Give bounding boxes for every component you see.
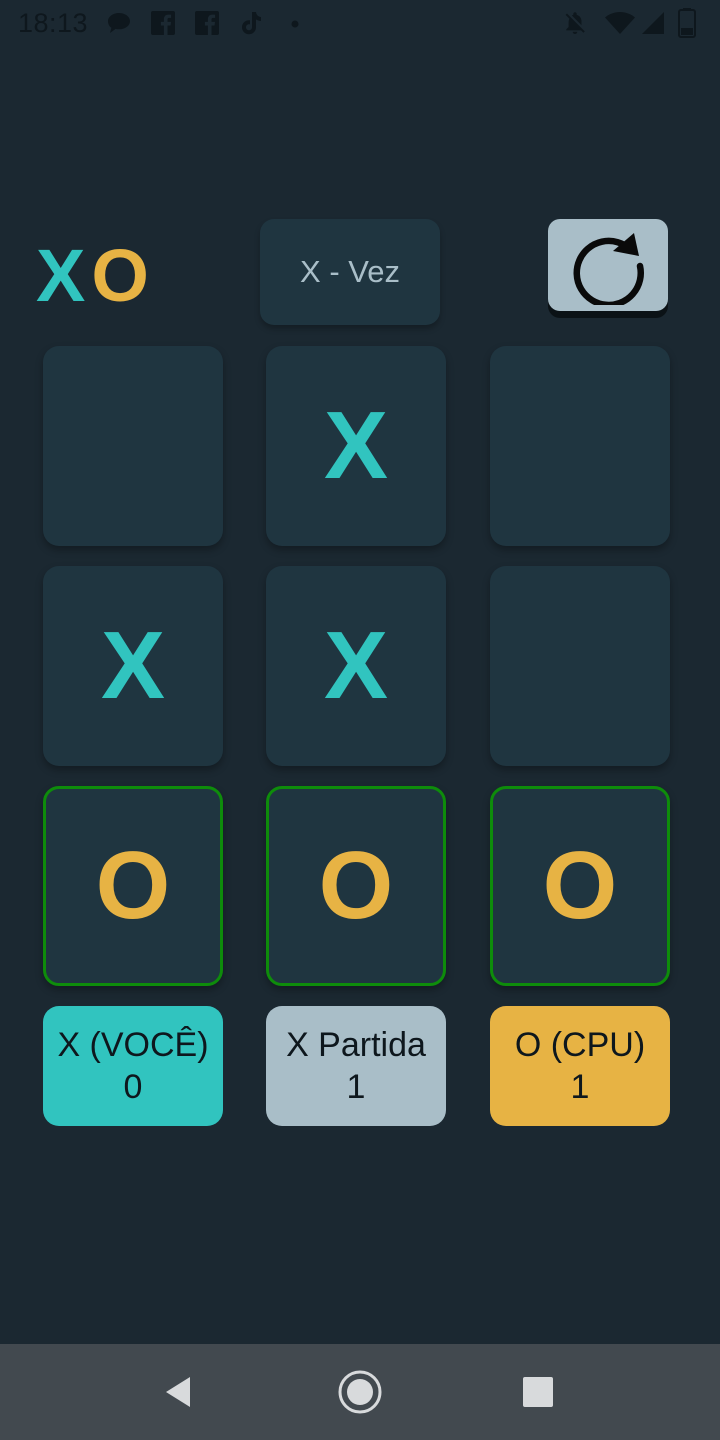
- cell-mark: O: [95, 832, 171, 939]
- restart-icon: [573, 233, 644, 305]
- turn-label: X - Vez: [300, 254, 400, 289]
- nav-back-button[interactable]: [152, 1364, 208, 1420]
- battery-icon: [678, 8, 696, 38]
- cell-mark: X: [323, 612, 389, 719]
- cell-mark: X: [100, 612, 166, 719]
- facebook-icon: [151, 11, 175, 35]
- board-cell-4[interactable]: X: [43, 566, 223, 766]
- app-logo: X O: [36, 236, 149, 316]
- back-icon: [166, 1377, 190, 1407]
- board-cell-5[interactable]: X: [266, 566, 446, 766]
- recents-icon: [523, 1377, 553, 1407]
- cell-mark: O: [542, 832, 618, 939]
- status-bar: 18:13: [0, 0, 720, 50]
- score-cpu-value: 1: [570, 1068, 590, 1106]
- score-cpu-label: O (CPU): [514, 1026, 646, 1064]
- board-cell-6[interactable]: [490, 566, 670, 766]
- score-ties: X Partida 1: [266, 1006, 446, 1126]
- dot-icon: [291, 20, 299, 28]
- score-cpu: O (CPU) 1: [490, 1006, 670, 1126]
- board-cell-2[interactable]: X: [266, 346, 446, 546]
- board-cell-3[interactable]: [490, 346, 670, 546]
- board-cell-1[interactable]: [43, 346, 223, 546]
- tiktok-icon: [242, 12, 261, 35]
- logo-o: O: [91, 234, 149, 317]
- cell-mark: X: [323, 392, 389, 499]
- chat-bubble-icon: [108, 13, 130, 33]
- logo-x: X: [36, 234, 86, 317]
- score-ties-value: 1: [346, 1068, 366, 1106]
- game-screen: 18:13 X O X - Vez X X X O O O X (VOCÊ) 0…: [0, 0, 720, 1440]
- home-icon: [338, 1370, 382, 1414]
- board-cell-7[interactable]: O: [43, 786, 223, 986]
- cell-mark: O: [318, 832, 394, 939]
- restart-button[interactable]: [548, 219, 668, 311]
- signal-icon: [642, 12, 664, 34]
- score-player: X (VOCÊ) 0: [43, 1006, 223, 1126]
- nav-recents-button[interactable]: [510, 1364, 566, 1420]
- navigation-bar: [0, 1344, 720, 1440]
- notifications-off-icon: [565, 12, 585, 35]
- status-time: 18:13: [18, 8, 89, 38]
- facebook-icon: [195, 11, 219, 35]
- nav-home-button[interactable]: [332, 1364, 388, 1420]
- turn-indicator: X - Vez: [260, 219, 440, 325]
- board-cell-9[interactable]: O: [490, 786, 670, 986]
- score-player-label: X (VOCÊ): [57, 1026, 209, 1064]
- wifi-icon: [605, 12, 635, 34]
- board-cell-8[interactable]: O: [266, 786, 446, 986]
- score-player-value: 0: [123, 1068, 143, 1106]
- score-ties-label: X Partida: [286, 1026, 426, 1064]
